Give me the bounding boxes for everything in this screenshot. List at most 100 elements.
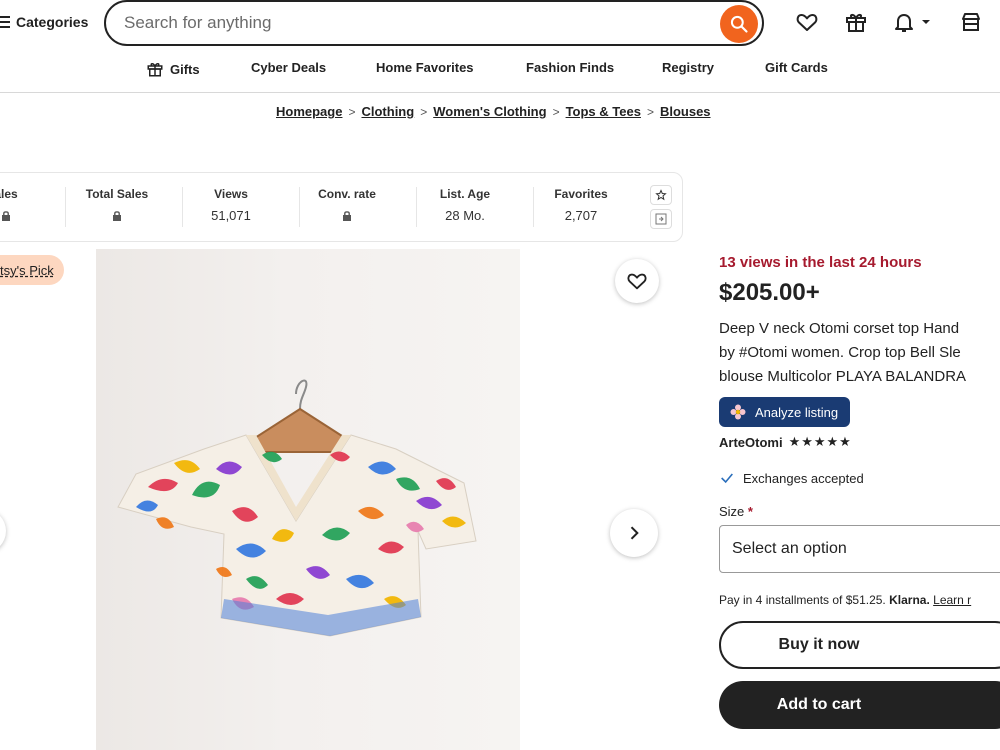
add-to-cart-button[interactable]: Add to cart [719,681,1000,729]
nav-item-registry[interactable]: Registry [662,60,714,75]
next-image-button[interactable] [610,509,658,557]
gift-icon [147,63,163,77]
search-input[interactable] [124,13,684,33]
size-select[interactable]: Select an option [719,525,1000,573]
required-marker: * [747,504,753,519]
stat-value [292,207,402,223]
search-icon [730,15,748,33]
search-bar [104,0,764,46]
exchanges-label: Exchanges accepted [743,470,864,486]
expand-button[interactable] [650,209,672,229]
stat-label: Favorites [554,187,608,201]
learn-more-link[interactable]: Learn r [933,593,971,607]
notifications-button[interactable] [892,9,936,35]
stat-conv-rate: Conv. rate [292,187,402,223]
nav-item-label: Home Favorites [376,60,474,75]
star-icon [655,189,667,201]
views-last-24h: 13 views in the last 24 hours [719,254,922,271]
stat-listing-age: List. Age 28 Mo. [410,187,520,223]
heart-icon [627,273,647,290]
bell-icon [895,14,913,32]
category-nav: Gifts Cyber Deals Home Favorites Fashion… [0,56,1000,82]
search-button[interactable] [720,5,758,43]
nav-item-home-favorites[interactable]: Home Favorites [376,60,474,75]
gift-mode-button[interactable] [843,9,869,35]
title-line: by #Otomi women. Crop top Bell Sle [719,344,961,361]
size-label-text: Size [719,504,745,519]
nav-item-label: Cyber Deals [251,60,327,75]
exchanges-row: Exchanges accepted [719,470,1000,486]
heart-icon [796,14,818,31]
price: $205.00+ [719,279,820,306]
caret-down-icon [922,20,930,24]
breadcrumb-link[interactable]: Clothing [361,104,414,119]
stat-label: ales [0,187,18,201]
nav-item-cyber-deals[interactable]: Cyber Deals [251,60,326,75]
breadcrumb-link[interactable]: Women's Clothing [433,104,546,119]
flower-icon [730,404,746,420]
stat-favorites: Favorites 2,707 [526,187,636,223]
listing-photo[interactable] [96,249,520,750]
favorite-listing-button[interactable] [615,259,659,303]
listing-title: Deep V neck Otomi corset top Hand by #Ot… [719,317,1000,389]
chevron-right-icon: > [420,104,428,119]
size-select-value: Select an option [732,540,847,557]
shop-icon [962,13,980,31]
stat-views: Views 51,071 [176,187,286,223]
stat-value [0,207,61,223]
checkmark-icon [721,473,733,484]
chevron-right-icon [630,526,639,540]
chevron-right-icon: > [552,104,560,119]
title-line: Deep V neck Otomi corset top Hand [719,320,960,337]
size-label: Size * [719,504,1000,519]
add-to-cart-label: Add to cart [776,696,862,713]
breadcrumb-link[interactable]: Tops & Tees [566,104,641,119]
breadcrumb-link[interactable]: Homepage [276,104,342,119]
stat-sales: ales [0,187,61,223]
title-line: blouse Multicolor PLAYA BALANDRA [719,368,967,385]
stat-label: Conv. rate [318,187,376,201]
lock-icon [343,210,351,221]
nav-divider [0,92,1000,93]
seller-name[interactable]: ArteOtomi [719,435,783,450]
lock-icon [2,210,10,221]
stat-value: 28 Mo. [445,207,485,223]
stat-label: Total Sales [85,187,149,201]
lock-icon [113,210,121,221]
chevron-right-icon: > [348,104,356,119]
nav-item-gifts[interactable]: Gifts [146,60,200,78]
listing-stats-bar: ales Total Sales Views 51,071 Conv. rate… [0,172,683,242]
shop-manager-button[interactable] [958,9,984,35]
categories-button[interactable]: Categories [0,14,88,30]
stat-total-sales: Total Sales [62,187,172,223]
menu-icon [0,16,10,28]
seller-row: ArteOtomi ★★★★★ [719,434,1000,450]
nav-item-label: Gifts [170,61,200,77]
favorites-button[interactable] [794,9,820,35]
breadcrumb: Homepage > Clothing > Women's Clothing >… [276,104,711,119]
nav-item-label: Fashion Finds [526,60,615,75]
stat-label: List. Age [439,187,491,201]
categories-label: Categories [16,14,89,30]
installments-text: Pay in 4 installments of $51.25. Klarna.… [719,593,1000,607]
analyze-listing-button[interactable]: Analyze listing [719,397,851,427]
nav-item-label: Gift Cards [765,60,828,75]
breadcrumb-link[interactable]: Blouses [660,104,711,119]
gift-icon [846,14,866,32]
buy-it-now-button[interactable]: Buy it now [719,621,1000,669]
nav-item-gift-cards[interactable]: Gift Cards [765,60,828,75]
etsys-pick-badge[interactable]: tsy's Pick [0,255,64,285]
blouse-image [117,379,477,637]
stat-value: 2,707 [564,207,598,223]
nav-item-fashion-finds[interactable]: Fashion Finds [526,60,614,75]
expand-icon [655,213,667,225]
analyze-listing-label: Analyze listing [755,404,839,420]
pin-button[interactable] [650,185,672,205]
previous-image-button[interactable] [0,509,6,553]
klarna-label: Klarna. [889,593,930,607]
header: Categories [0,0,1000,46]
buy-it-now-label: Buy it now [778,636,860,653]
rating-stars: ★★★★★ [788,434,852,449]
stat-value: 51,071 [211,207,251,223]
stat-value [62,207,172,223]
